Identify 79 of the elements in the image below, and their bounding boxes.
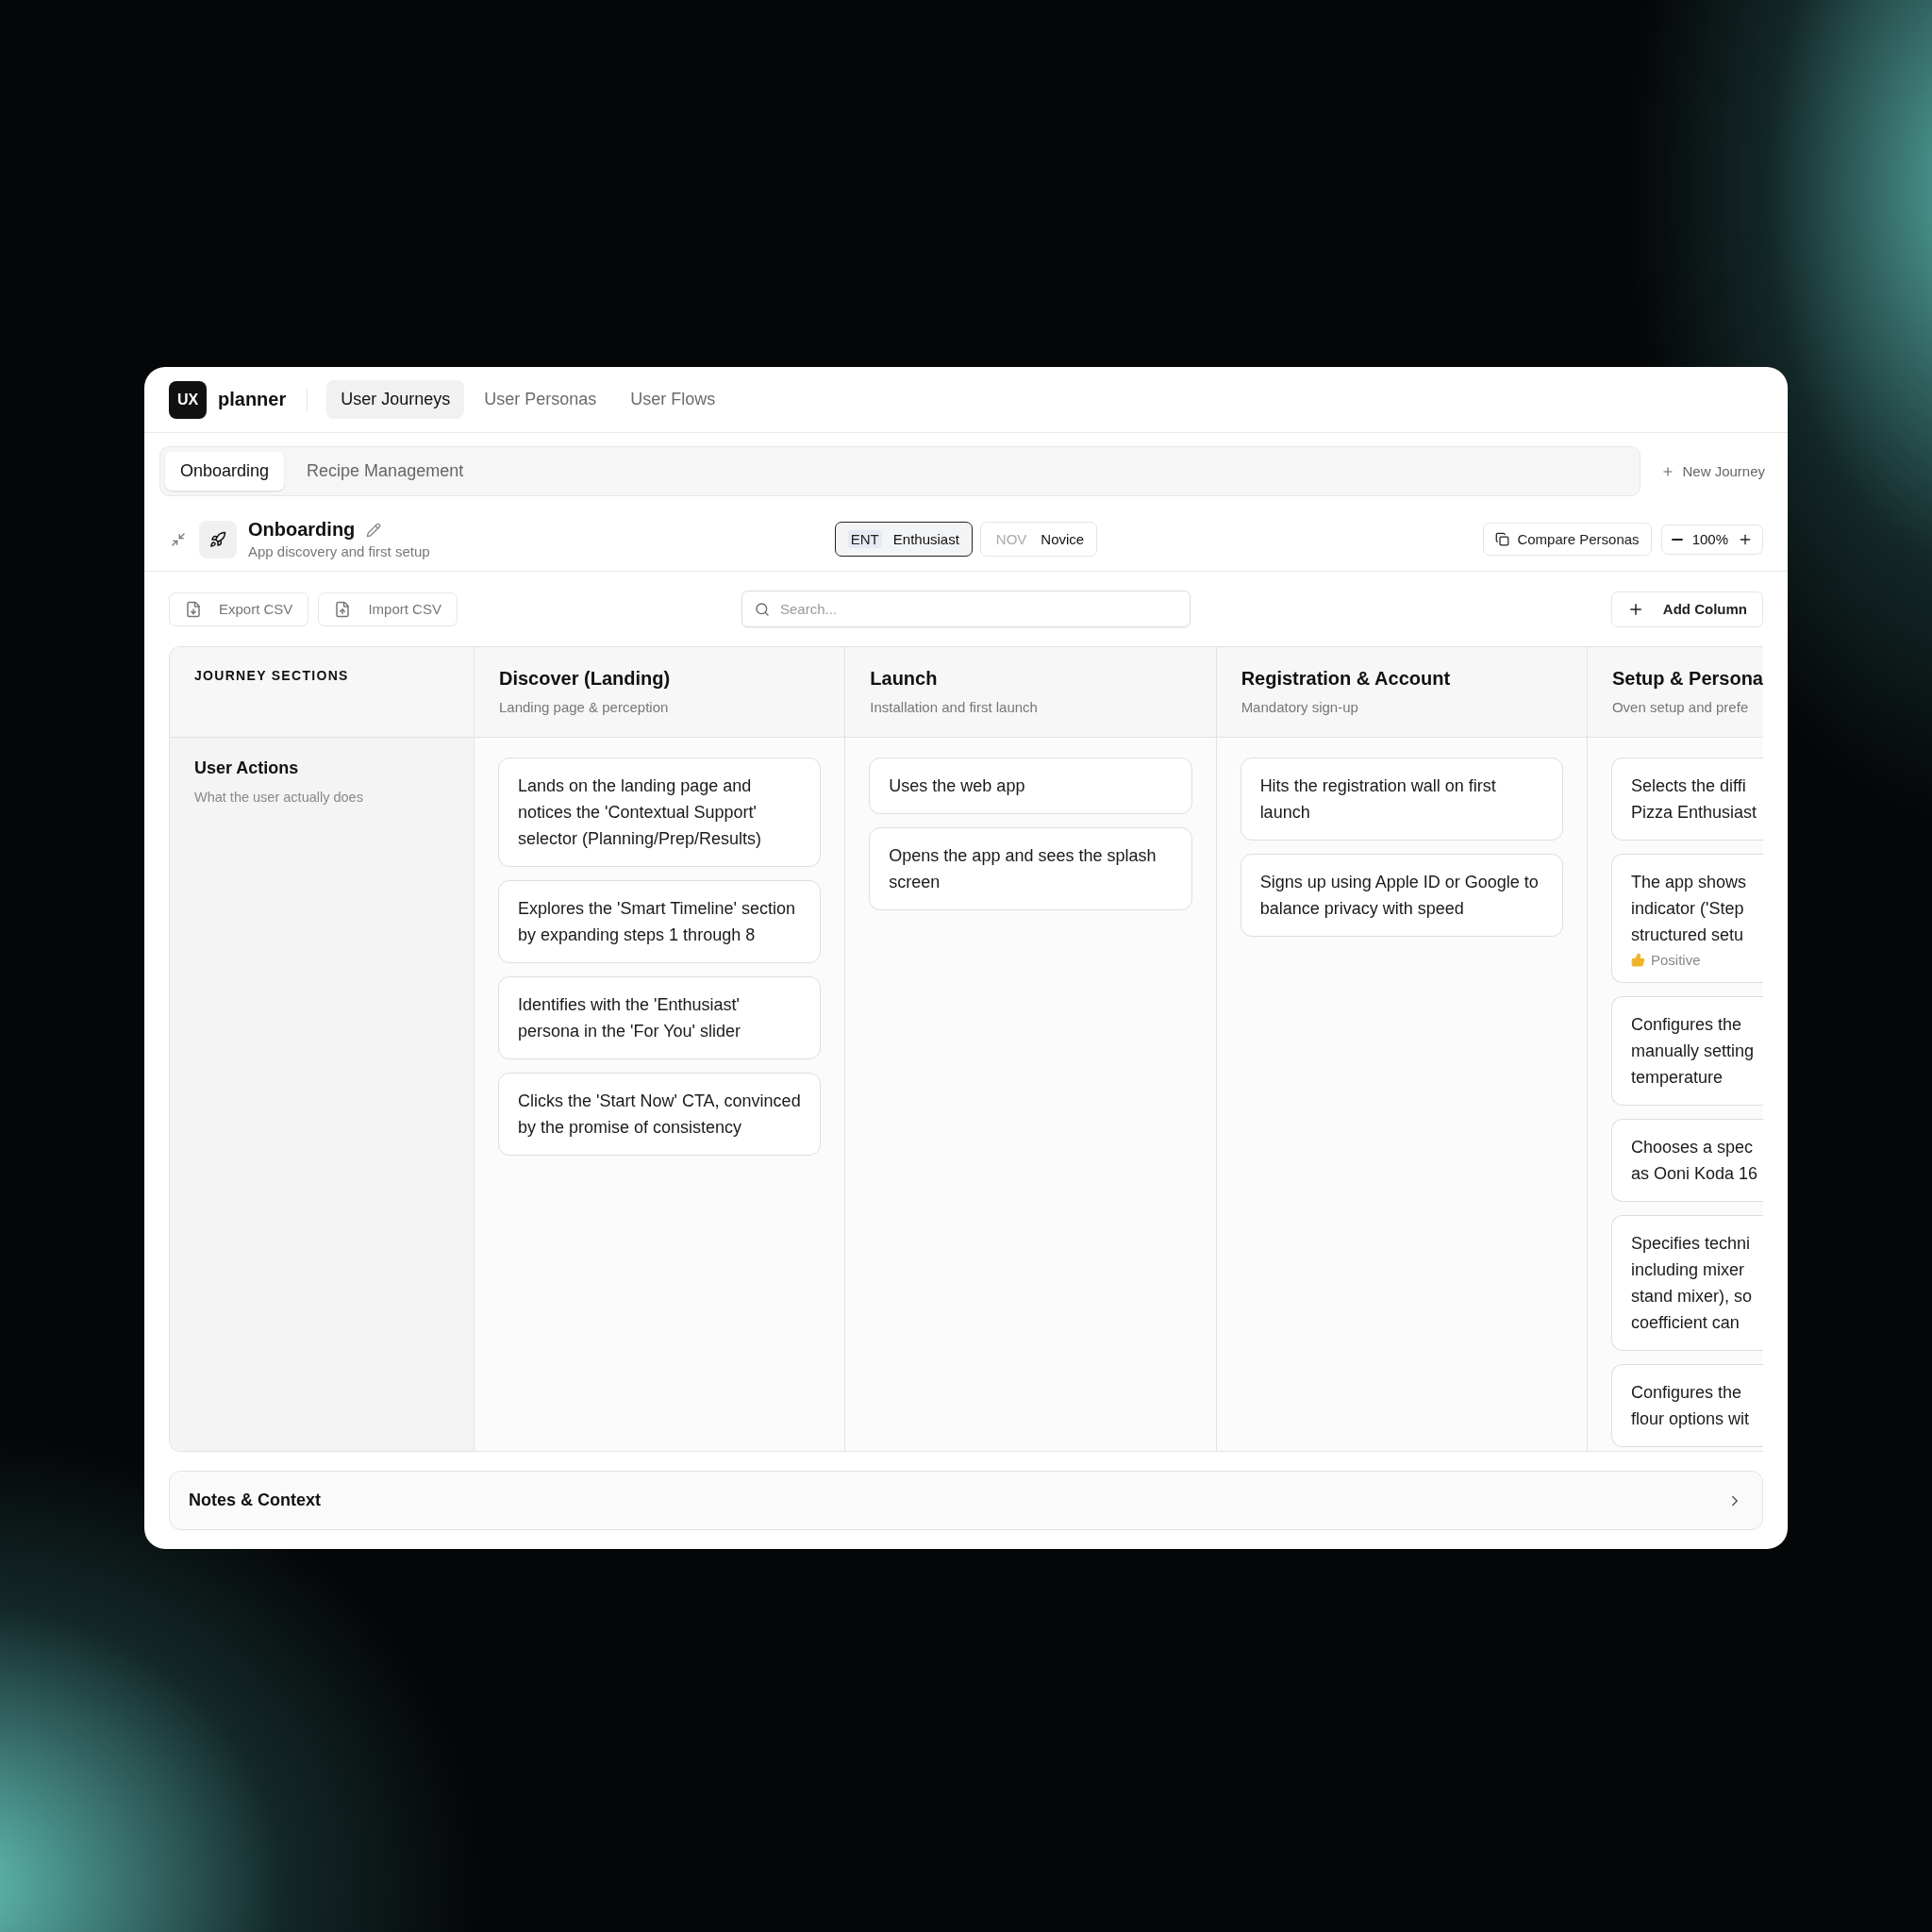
compare-personas-button[interactable]: Compare Personas <box>1483 523 1652 556</box>
card-text-line: Specifies techni <box>1630 1233 1752 1255</box>
journey-card[interactable]: Clicks the 'Start Now' CTA, convinced by the promise of consistency <box>498 1073 822 1156</box>
add-column-button[interactable]: Add Column <box>1610 591 1763 627</box>
card-text: Signs up using Apple ID or Google to balance privacy with speed <box>1259 872 1540 920</box>
journey-subtitle: App discovery and first setup <box>248 543 430 559</box>
card-text-line: as Ooni Koda 16 <box>1630 1163 1759 1185</box>
new-journey-button[interactable]: New Journey <box>1656 456 1771 487</box>
minus-icon <box>1671 538 1683 541</box>
card-text-line: Pizza Enthusiast <box>1630 802 1758 824</box>
card-text-line: The app shows <box>1630 872 1748 893</box>
column-subtitle: Mandatory sign-up <box>1241 699 1359 715</box>
journey-tab[interactable]: Onboarding <box>165 452 285 491</box>
journey-card[interactable]: Selects the diffi Pizza Enthusiast <box>1610 758 1763 841</box>
sentiment-label: Positive <box>1650 952 1701 968</box>
card-text: Identifies with the 'Enthusiast' persona in the 'For You' slider <box>518 994 742 1042</box>
notes-panel-toggle[interactable]: Notes & Context <box>169 1471 1763 1530</box>
card-text-line: Selects the diffi <box>1630 775 1747 797</box>
pencil-icon <box>366 522 382 538</box>
journey-card[interactable]: Configures the flour options wit <box>1610 1364 1763 1447</box>
card-text-line: flour options wit <box>1630 1408 1750 1430</box>
journey-card[interactable]: Opens the app and sees the splash screen <box>869 827 1192 910</box>
card-text: Hits the registration wall on first launch <box>1259 775 1497 824</box>
logo-text: planner <box>218 389 287 410</box>
journey-tab[interactable]: Recipe Management <box>291 452 479 491</box>
shrink-arrows-icon <box>171 531 186 547</box>
sections-header: JOURNEY SECTIONS <box>194 668 350 683</box>
rocket-icon <box>209 530 226 548</box>
journey-title: Onboarding <box>248 519 356 541</box>
journey-card[interactable]: Explores the 'Smart Timeline' section by expanding steps 1 through 8 <box>498 880 822 963</box>
copy-icon <box>1495 532 1510 546</box>
journey-card[interactable]: Uses the web app <box>869 758 1192 814</box>
nav-tab[interactable]: User Journeys <box>326 380 465 419</box>
card-text-line: manually setting <box>1630 1041 1756 1062</box>
card-text: Opens the app and sees the splash screen <box>889 845 1158 893</box>
card-text-line: temperature <box>1630 1067 1724 1089</box>
journey-card[interactable]: The app shows indicator ('Step structured setu Positive <box>1610 854 1763 983</box>
journey-card[interactable]: Lands on the landing page and notices the 'Contextual Support' selector (Planning/Prep/Results) <box>498 758 822 867</box>
card-text: Uses the web app <box>889 775 1026 797</box>
card-text-line: Chooses a spec <box>1630 1137 1755 1158</box>
nav-tab[interactable]: User Flows <box>616 380 730 419</box>
card-text-line: Configures the <box>1630 1014 1743 1036</box>
search-field[interactable]: Search... <box>741 591 1191 627</box>
file-up-icon <box>334 600 352 618</box>
column-title: Setup & Persona <box>1611 668 1763 690</box>
column-title: Launch <box>870 668 939 690</box>
nav-tab[interactable]: User Personas <box>470 380 611 419</box>
column-subtitle: Installation and first launch <box>870 699 1039 715</box>
journey-card[interactable]: Specifies techni including mixer stand mixer), so coefficient can <box>1610 1215 1763 1351</box>
journey-card[interactable]: Configures the manually setting temperature <box>1610 996 1763 1106</box>
column-subtitle: Oven setup and prefe <box>1611 699 1750 715</box>
logo-badge: UX <box>169 380 207 419</box>
card-text-line: coefficient can <box>1630 1312 1740 1334</box>
card-text-line: Configures the <box>1630 1382 1743 1404</box>
section-title: User Actions <box>194 758 300 778</box>
card-text: Lands on the landing page and notices the 'Contextual Support' selector (Planning/Prep/Results) <box>518 775 763 850</box>
import-csv-button[interactable]: Import CSV <box>318 591 458 626</box>
thumbs-up-icon <box>1630 953 1645 967</box>
zoom-level: 100% <box>1691 531 1728 547</box>
card-text-line: stand mixer), so <box>1630 1286 1753 1307</box>
column-title: Registration & Account <box>1241 668 1452 690</box>
journey-card[interactable]: Hits the registration wall on first launch <box>1240 758 1563 841</box>
card-text-line: including mixer <box>1630 1259 1745 1281</box>
journey-card[interactable]: Identifies with the 'Enthusiast' persona in the 'For You' slider <box>498 976 822 1059</box>
column-title: Discover (Landing) <box>499 668 672 690</box>
plus-icon <box>1661 464 1675 478</box>
persona-toggle[interactable]: ENT Enthusiast <box>834 522 973 557</box>
card-text-line: structured setu <box>1630 924 1744 946</box>
journey-card[interactable]: Signs up using Apple ID or Google to balance privacy with speed <box>1240 854 1563 937</box>
file-down-icon <box>185 600 202 618</box>
search-icon <box>755 601 770 617</box>
card-text: Explores the 'Smart Timeline' section by expanding steps 1 through 8 <box>518 898 796 946</box>
column-subtitle: Landing page & perception <box>499 699 670 715</box>
persona-toggle[interactable]: NOV Novice <box>979 522 1098 557</box>
journey-card[interactable]: Chooses a spec as Ooni Koda 16 <box>1610 1119 1763 1202</box>
export-csv-button[interactable]: Export CSV <box>169 591 309 626</box>
card-text: Clicks the 'Start Now' CTA, convinced by the promise of consistency <box>518 1091 802 1139</box>
section-subtitle: What the user actually does <box>194 790 364 805</box>
card-text-line: indicator ('Step <box>1630 898 1745 920</box>
